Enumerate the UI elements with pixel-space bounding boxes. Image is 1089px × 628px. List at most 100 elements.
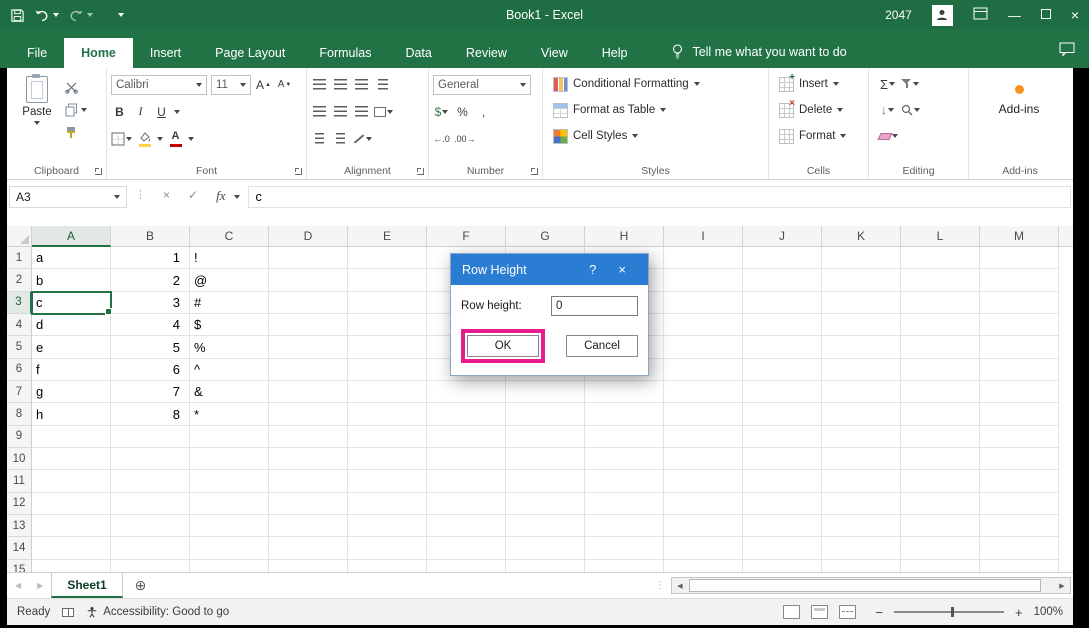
cell-C7[interactable]: &: [190, 381, 269, 403]
cell-C14[interactable]: [190, 537, 269, 559]
cell-A3[interactable]: c: [32, 292, 111, 314]
cell-H12[interactable]: [585, 493, 664, 515]
cell-H8[interactable]: [585, 403, 664, 425]
cell-H11[interactable]: [585, 470, 664, 492]
row-header-5[interactable]: 5: [7, 336, 32, 358]
cell-K9[interactable]: [822, 426, 901, 448]
cell-F10[interactable]: [427, 448, 506, 470]
cell-J9[interactable]: [743, 426, 822, 448]
cell-C9[interactable]: [190, 426, 269, 448]
align-center-button[interactable]: [332, 102, 349, 122]
cell-M15[interactable]: [980, 560, 1059, 572]
cell-A11[interactable]: [32, 470, 111, 492]
cell-K14[interactable]: [822, 537, 901, 559]
cell-L13[interactable]: [901, 515, 980, 537]
column-header-G[interactable]: G: [506, 226, 585, 247]
cancel-button[interactable]: Cancel: [566, 335, 638, 357]
cell-D9[interactable]: [269, 426, 348, 448]
cell-L1[interactable]: [901, 247, 980, 269]
cell-L7[interactable]: [901, 381, 980, 403]
tab-review[interactable]: Review: [449, 38, 524, 68]
cell-M5[interactable]: [980, 336, 1059, 358]
cell-L6[interactable]: [901, 359, 980, 381]
sheet-tab-sheet1[interactable]: Sheet1: [51, 573, 122, 598]
align-left-button[interactable]: [311, 102, 328, 122]
cell-styles-button[interactable]: Cell Styles: [553, 123, 764, 149]
cell-G11[interactable]: [506, 470, 585, 492]
cell-L11[interactable]: [901, 470, 980, 492]
cell-M9[interactable]: [980, 426, 1059, 448]
cell-E11[interactable]: [348, 470, 427, 492]
clipboard-launcher-icon[interactable]: [95, 168, 102, 175]
cell-D14[interactable]: [269, 537, 348, 559]
cell-H7[interactable]: [585, 381, 664, 403]
cell-D1[interactable]: [269, 247, 348, 269]
cell-A2[interactable]: b: [32, 269, 111, 291]
cell-B15[interactable]: [111, 560, 190, 572]
cell-D10[interactable]: [269, 448, 348, 470]
cell-D15[interactable]: [269, 560, 348, 572]
cell-E13[interactable]: [348, 515, 427, 537]
middle-align-button[interactable]: [332, 75, 349, 95]
cell-D8[interactable]: [269, 403, 348, 425]
cell-M3[interactable]: [980, 292, 1059, 314]
autosum-button[interactable]: Σ: [879, 74, 896, 94]
number-launcher-icon[interactable]: [531, 168, 538, 175]
cell-B7[interactable]: 7: [111, 381, 190, 403]
scroll-thumb[interactable]: [689, 579, 1041, 592]
row-header-10[interactable]: 10: [7, 448, 32, 470]
cell-K12[interactable]: [822, 493, 901, 515]
cell-J2[interactable]: [743, 269, 822, 291]
insert-cells-button[interactable]: + Insert: [779, 71, 864, 97]
cell-K3[interactable]: [822, 292, 901, 314]
cell-D2[interactable]: [269, 269, 348, 291]
comments-button[interactable]: [1045, 42, 1089, 68]
account-avatar[interactable]: [932, 5, 953, 26]
row-header-12[interactable]: 12: [7, 493, 32, 515]
cell-A14[interactable]: [32, 537, 111, 559]
comma-style-button[interactable]: ,: [475, 102, 492, 122]
cell-M1[interactable]: [980, 247, 1059, 269]
formula-input[interactable]: c: [248, 186, 1071, 208]
cell-A13[interactable]: [32, 515, 111, 537]
paste-button[interactable]: Paste: [11, 71, 63, 141]
cell-I10[interactable]: [664, 448, 743, 470]
save-button[interactable]: [10, 8, 25, 23]
cell-H9[interactable]: [585, 426, 664, 448]
cell-E15[interactable]: [348, 560, 427, 572]
zoom-in-button[interactable]: +: [1015, 605, 1023, 620]
cell-F15[interactable]: [427, 560, 506, 572]
cell-I8[interactable]: [664, 403, 743, 425]
cell-M11[interactable]: [980, 470, 1059, 492]
cell-F14[interactable]: [427, 537, 506, 559]
cell-I5[interactable]: [664, 336, 743, 358]
cell-B10[interactable]: [111, 448, 190, 470]
row-header-11[interactable]: 11: [7, 470, 32, 492]
cell-I13[interactable]: [664, 515, 743, 537]
zoom-level[interactable]: 100%: [1034, 606, 1063, 618]
cell-G9[interactable]: [506, 426, 585, 448]
column-header-B[interactable]: B: [111, 226, 190, 247]
cut-button[interactable]: [65, 79, 87, 95]
minimize-button[interactable]: —: [1008, 8, 1021, 23]
tab-page-layout[interactable]: Page Layout: [198, 38, 302, 68]
cell-I14[interactable]: [664, 537, 743, 559]
row-height-input[interactable]: 0: [551, 296, 638, 316]
cell-L2[interactable]: [901, 269, 980, 291]
customize-qat-button[interactable]: [118, 13, 124, 17]
cell-H14[interactable]: [585, 537, 664, 559]
find-select-button[interactable]: [901, 100, 920, 120]
dialog-close-button[interactable]: ×: [607, 262, 637, 277]
increase-indent-button[interactable]: [332, 129, 349, 149]
cell-A15[interactable]: [32, 560, 111, 572]
row-header-3[interactable]: 3: [7, 292, 32, 314]
bottom-align-button[interactable]: [353, 75, 370, 95]
cell-J14[interactable]: [743, 537, 822, 559]
cell-B8[interactable]: 8: [111, 403, 190, 425]
addins-button[interactable]: Add-ins: [973, 71, 1065, 116]
cell-K4[interactable]: [822, 314, 901, 336]
format-painter-button[interactable]: [65, 125, 87, 141]
cell-F12[interactable]: [427, 493, 506, 515]
cell-A4[interactable]: d: [32, 314, 111, 336]
cell-B11[interactable]: [111, 470, 190, 492]
